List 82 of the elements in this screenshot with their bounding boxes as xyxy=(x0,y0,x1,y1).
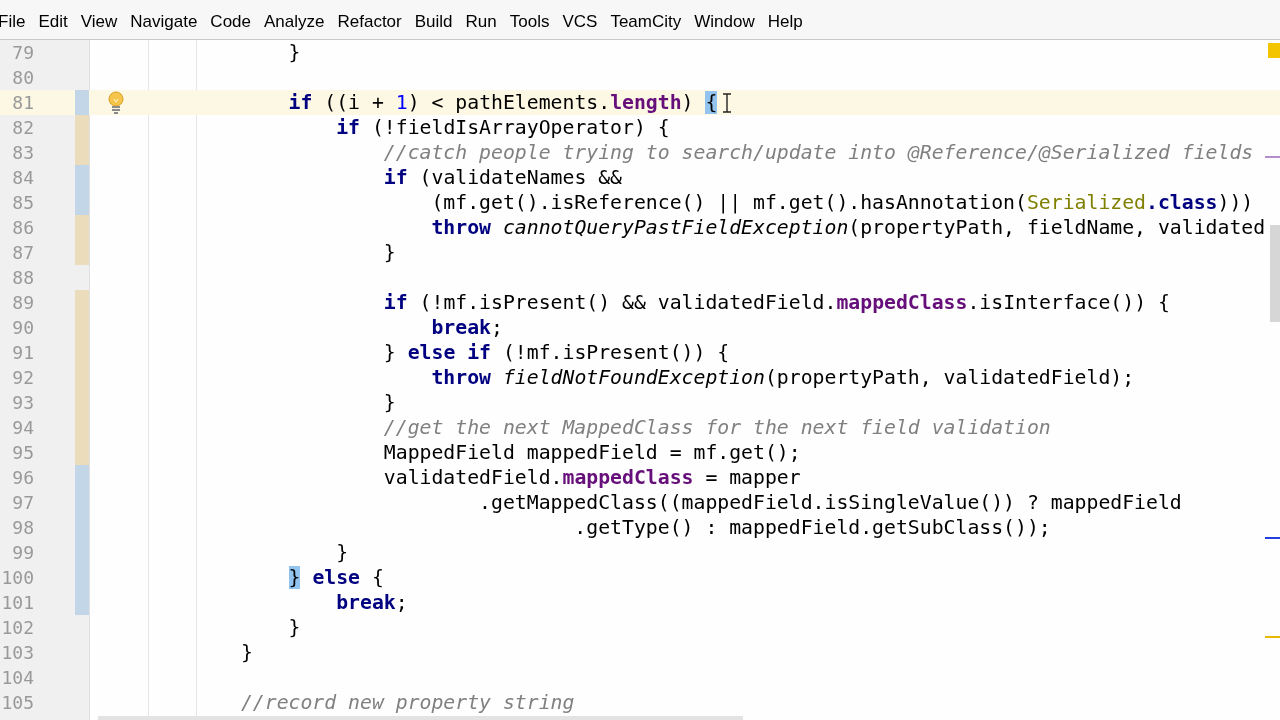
code-line: if ((i + 1) < pathElements.length) { xyxy=(287,90,718,115)
menu-item[interactable]: Refactor xyxy=(337,8,402,34)
code-line: } xyxy=(287,40,301,65)
code-line: .getMappedClass((mappedField.isSingleValue()) ? mappedField xyxy=(478,490,1182,515)
line-number: 102 xyxy=(1,616,34,640)
change-marker[interactable] xyxy=(75,165,89,190)
code-line: //record new property string xyxy=(239,690,575,715)
menu-item[interactable]: Run xyxy=(465,8,497,34)
code-line: break; xyxy=(430,315,503,340)
error-stripe-mark[interactable] xyxy=(1265,156,1280,158)
warning-marker[interactable] xyxy=(1268,43,1280,58)
menu-item[interactable]: Code xyxy=(210,8,251,34)
line-number: 85 xyxy=(12,191,34,215)
change-marker[interactable] xyxy=(75,290,89,315)
line-number: 87 xyxy=(12,241,34,265)
code-line: .getType() : mappedField.getSubClass()); xyxy=(573,515,1051,540)
change-marker[interactable] xyxy=(75,465,89,490)
code-line: } xyxy=(382,390,396,415)
line-number: 91 xyxy=(12,341,34,365)
code-line: if (!fieldIsArrayOperator) { xyxy=(335,115,670,140)
menu-item[interactable]: Window xyxy=(694,8,755,34)
line-number: 104 xyxy=(1,666,34,690)
code-line: if (validateNames && xyxy=(382,165,623,190)
code-line: } xyxy=(239,640,253,665)
error-stripe-mark[interactable] xyxy=(1265,537,1280,539)
menu-item[interactable]: VCS xyxy=(562,8,598,34)
line-number: 89 xyxy=(12,291,34,315)
line-number: 92 xyxy=(12,366,34,390)
error-stripe-mark[interactable] xyxy=(1265,636,1280,638)
lightbulb-icon[interactable] xyxy=(106,91,126,114)
line-number: 80 xyxy=(12,66,34,90)
code-line: throw fieldNotFoundException(propertyPath, validatedField); xyxy=(430,365,1135,390)
line-number: 94 xyxy=(12,416,34,440)
code-line: MappedField mappedField = mf.get(); xyxy=(382,440,801,465)
menu-item[interactable]: Analyze xyxy=(264,8,325,34)
change-marker[interactable] xyxy=(75,140,89,165)
code-line: if (!mf.isPresent() && validatedField.mappedClass.isInterface()) { xyxy=(382,290,1170,315)
line-number: 97 xyxy=(12,491,34,515)
line-number: 81 xyxy=(12,91,34,115)
scrollbar-thumb[interactable] xyxy=(1270,225,1280,322)
menu-item[interactable]: Edit xyxy=(38,8,68,34)
change-marker[interactable] xyxy=(75,190,89,215)
line-number: 98 xyxy=(12,516,34,540)
line-number: 90 xyxy=(12,316,34,340)
change-marker[interactable] xyxy=(75,115,89,140)
code-line: } else { xyxy=(287,565,384,590)
code-line: } else if (!mf.isPresent()) { xyxy=(382,340,730,365)
line-number: 83 xyxy=(12,141,34,165)
change-marker[interactable] xyxy=(75,90,89,115)
line-number: 101 xyxy=(1,591,34,615)
menu-item[interactable]: Build xyxy=(414,8,453,34)
line-number: 105 xyxy=(1,691,34,715)
code-line: } xyxy=(335,540,349,565)
line-number: 84 xyxy=(12,166,34,190)
code-line: (mf.get().isReference() || mf.get().hasAnnotation(Serialized.class))) xyxy=(430,190,1254,215)
menu-item[interactable]: File xyxy=(0,8,26,34)
line-number: 86 xyxy=(12,216,34,240)
line-number: 79 xyxy=(12,41,34,65)
line-number: 88 xyxy=(12,266,34,290)
menu-item[interactable]: TeamCity xyxy=(610,8,682,34)
change-marker[interactable] xyxy=(75,590,89,615)
code-line: break; xyxy=(335,590,408,615)
code-line: validatedField.mappedClass = mapper xyxy=(382,465,801,490)
menu-item[interactable]: Navigate xyxy=(130,8,198,34)
code-line: } xyxy=(382,240,396,265)
code-line: } xyxy=(287,615,301,640)
line-number: 82 xyxy=(12,116,34,140)
menu-item[interactable]: Help xyxy=(767,8,803,34)
code-line: //get the next MappedClass for the next field validation xyxy=(382,415,1051,440)
menu-item[interactable]: View xyxy=(80,8,118,34)
line-number: 99 xyxy=(12,541,34,565)
line-number: 100 xyxy=(1,566,34,590)
line-number: 93 xyxy=(12,391,34,415)
line-number: 103 xyxy=(1,641,34,665)
line-number: 95 xyxy=(12,441,34,465)
menu-item[interactable]: Tools xyxy=(509,8,550,34)
change-marker[interactable] xyxy=(75,440,89,465)
code-line: throw cannotQueryPastFieldException(propertyPath, fieldName, validated xyxy=(430,215,1266,240)
code-line: //catch people trying to search/update into @Reference/@Serialized fields xyxy=(382,140,1254,165)
change-marker[interactable] xyxy=(75,240,89,265)
change-marker[interactable] xyxy=(75,215,89,240)
line-number: 96 xyxy=(12,466,34,490)
